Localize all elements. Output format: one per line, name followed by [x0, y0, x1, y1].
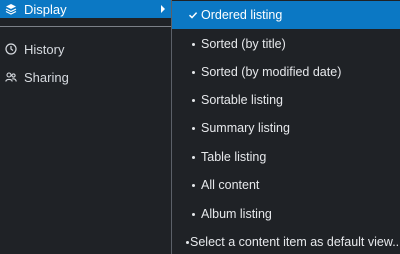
toolbar-sidebar: Display History Sharing: [0, 0, 171, 254]
bullet-icon: [186, 70, 200, 74]
caret-right-icon: [161, 5, 165, 13]
checkmark-icon: [186, 10, 200, 20]
layers-icon: [5, 3, 17, 15]
bullet-icon: [186, 126, 200, 130]
menu-item-label: All content: [201, 178, 260, 192]
menu-item-label: Sorted (by modified date): [201, 65, 342, 79]
users-icon: [5, 71, 17, 83]
menu-item-table-listing[interactable]: Table listing: [172, 143, 400, 171]
bullet-icon: [186, 212, 200, 216]
display-label: Display: [24, 1, 67, 17]
bullet-icon: [186, 98, 200, 102]
menu-item-sortable-listing[interactable]: Sortable listing: [172, 86, 400, 114]
history-button[interactable]: History: [0, 40, 171, 58]
menu-item-ordered-listing[interactable]: Ordered listing: [172, 1, 400, 29]
sharing-label: Sharing: [24, 69, 69, 85]
display-menu-button[interactable]: Display: [0, 0, 171, 18]
menu-item-label: Summary listing: [201, 121, 290, 135]
menu-item-album-listing[interactable]: Album listing: [172, 200, 400, 228]
history-label: History: [24, 41, 65, 57]
sidebar-divider: [0, 26, 171, 27]
menu-item-label: Ordered listing: [201, 8, 283, 22]
bullet-icon: [186, 240, 189, 244]
clock-icon: [5, 43, 17, 55]
bullet-icon: [186, 42, 200, 46]
menu-item-all-content[interactable]: All content: [172, 171, 400, 199]
menu-item-label: Sortable listing: [201, 93, 283, 107]
menu-item-summary-listing[interactable]: Summary listing: [172, 114, 400, 142]
menu-item-label: Select a content item as default view...: [190, 235, 400, 249]
menu-item-label: Table listing: [201, 150, 267, 164]
app-window: Display History Sharing Ordered listing …: [0, 0, 400, 254]
menu-item-label: Sorted (by title): [201, 37, 286, 51]
display-submenu: Ordered listing Sorted (by title) Sorted…: [172, 0, 400, 254]
bullet-icon: [186, 183, 200, 187]
menu-item-sorted-by-title[interactable]: Sorted (by title): [172, 30, 400, 58]
bullet-icon: [186, 155, 200, 159]
menu-item-select-default-view[interactable]: Select a content item as default view...: [172, 228, 400, 254]
menu-item-label: Album listing: [201, 207, 272, 221]
menu-item-sorted-by-modified-date[interactable]: Sorted (by modified date): [172, 58, 400, 86]
sharing-button[interactable]: Sharing: [0, 68, 171, 86]
